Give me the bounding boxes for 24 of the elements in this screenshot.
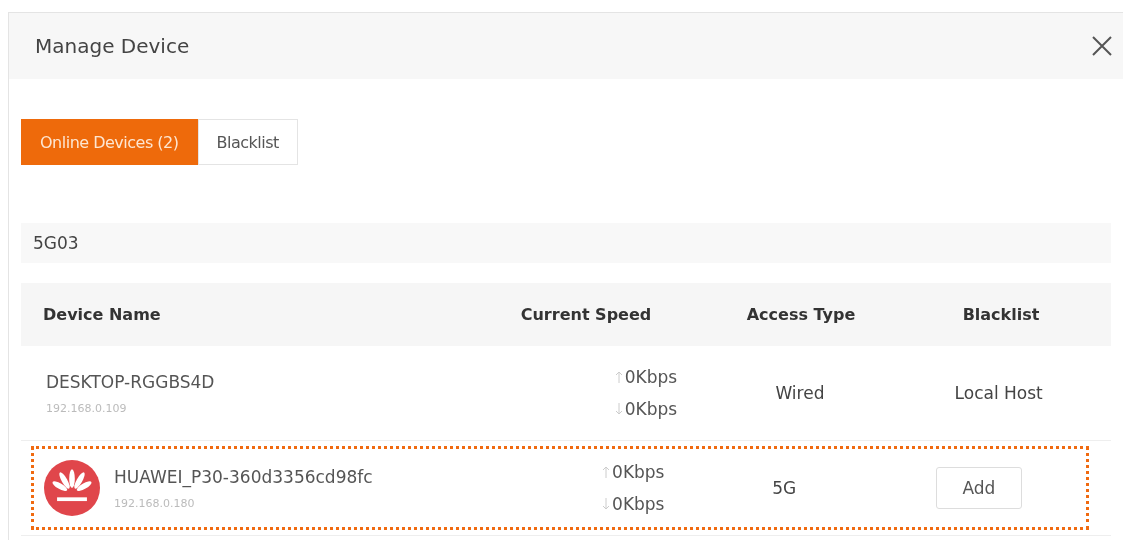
download-arrow-icon — [602, 498, 611, 510]
group-name: 5G03 — [33, 233, 79, 253]
upload-arrow-icon — [614, 371, 623, 383]
upload-arrow-icon — [602, 466, 611, 478]
access-type: 5G — [772, 478, 797, 498]
device-name: HUAWEI_P30-360d3356cd98fc — [114, 466, 373, 487]
upload-speed: 0Kbps — [624, 367, 678, 387]
column-header: Access Type — [745, 305, 857, 324]
add-button[interactable]: Add — [935, 467, 1022, 509]
download-speed: 0Kbps — [624, 399, 678, 419]
column-header: Current Speed — [519, 305, 653, 324]
tab[interactable]: Blacklist — [197, 119, 298, 165]
ip-address: 192.168.0.180 — [114, 496, 196, 510]
access-type: Wired — [775, 383, 825, 403]
column-header: Device Name — [42, 305, 162, 324]
column-header: Blacklist — [961, 305, 1041, 324]
download-arrow-icon — [614, 403, 623, 415]
blacklist-status: Local Host — [954, 383, 1043, 403]
ip-address: 192.168.0.109 — [46, 401, 128, 415]
upload-speed: 0Kbps — [612, 462, 665, 482]
device-name: DESKTOP-RGGBS4D — [46, 371, 215, 392]
close-icon[interactable] — [1091, 35, 1113, 57]
dialog-title: Manage Device — [35, 34, 190, 58]
download-speed: 0Kbps — [612, 494, 665, 514]
